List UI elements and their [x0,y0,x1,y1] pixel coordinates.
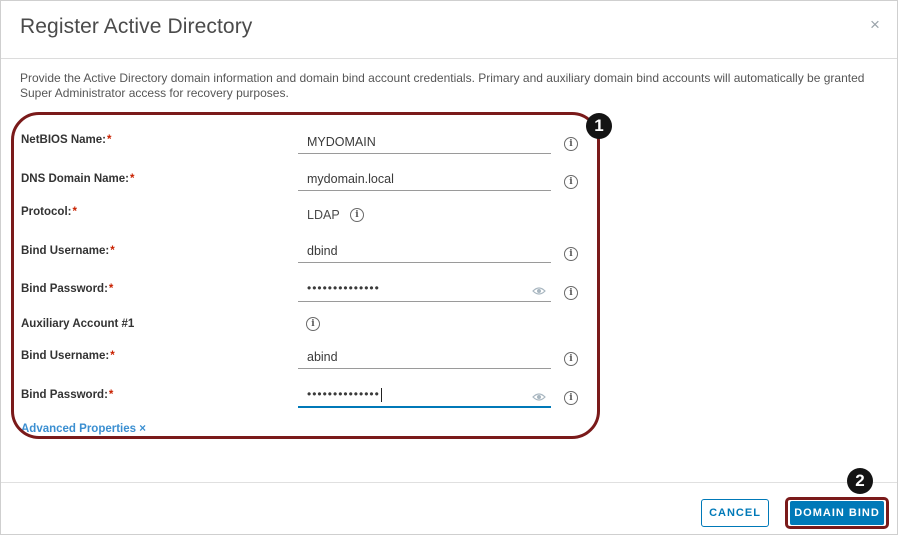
info-circle-icon[interactable]: i [564,286,578,300]
eye-icon[interactable] [532,283,546,301]
info-circle-icon[interactable]: i [306,317,320,331]
required-marker: * [108,389,114,401]
required-marker: * [108,283,114,295]
aux-bind-password-label: Bind Password:* [21,389,114,401]
bind-password-value: •••••••••••••• [307,281,380,295]
netbios-value: MYDOMAIN [307,135,376,149]
auxiliary-account-heading: Auxiliary Account #1 [21,318,135,330]
protocol-label: Protocol:* [21,206,77,218]
dns-domain-label: DNS Domain Name:* [21,173,135,185]
netbios-field[interactable]: MYDOMAIN [298,130,551,154]
aux-bind-username-field[interactable]: abind [298,345,551,369]
dns-domain-value: mydomain.local [307,172,394,186]
bind-password-field[interactable]: •••••••••••••• [298,278,551,302]
bind-username-value: dbind [307,244,338,258]
register-ad-dialog: Register Active Directory × Provide the … [0,0,898,535]
footer-divider [1,482,897,483]
protocol-value: LDAP [307,208,340,222]
info-circle-icon[interactable]: i [564,137,578,151]
required-marker: * [107,134,112,146]
info-circle-icon[interactable]: i [350,208,364,222]
netbios-label: NetBIOS Name:* [21,134,112,146]
close-icon[interactable]: × [870,16,880,33]
dialog-title: Register Active Directory [20,15,253,38]
aux-bind-username-value: abind [307,350,338,364]
info-circle-icon[interactable]: i [564,247,578,261]
bind-password-label: Bind Password:* [21,283,114,295]
dns-domain-field[interactable]: mydomain.local [298,167,551,191]
header-divider [1,58,897,59]
aux-bind-password-value: •••••••••••••• [307,387,382,402]
callout-badge-2: 2 [847,468,873,494]
callout-badge-1: 1 [586,113,612,139]
aux-bind-password-field[interactable]: •••••••••••••• [298,384,551,408]
eye-icon[interactable] [532,389,546,407]
text-cursor [380,387,382,402]
aux-bind-username-label: Bind Username:* [21,350,115,362]
domain-bind-button[interactable]: DOMAIN BIND [790,501,884,525]
info-circle-icon[interactable]: i [564,175,578,189]
dialog-description: Provide the Active Directory domain info… [20,71,865,100]
cancel-button[interactable]: CANCEL [701,499,769,527]
info-circle-icon[interactable]: i [564,391,578,405]
bind-username-label: Bind Username:* [21,245,115,257]
bind-username-field[interactable]: dbind [298,239,551,263]
required-marker: * [130,173,135,185]
info-circle-icon[interactable]: i [564,352,578,366]
required-marker: * [110,350,115,362]
advanced-properties-link[interactable]: Advanced Properties × [21,423,146,435]
required-marker: * [72,206,77,218]
required-marker: * [110,245,115,257]
